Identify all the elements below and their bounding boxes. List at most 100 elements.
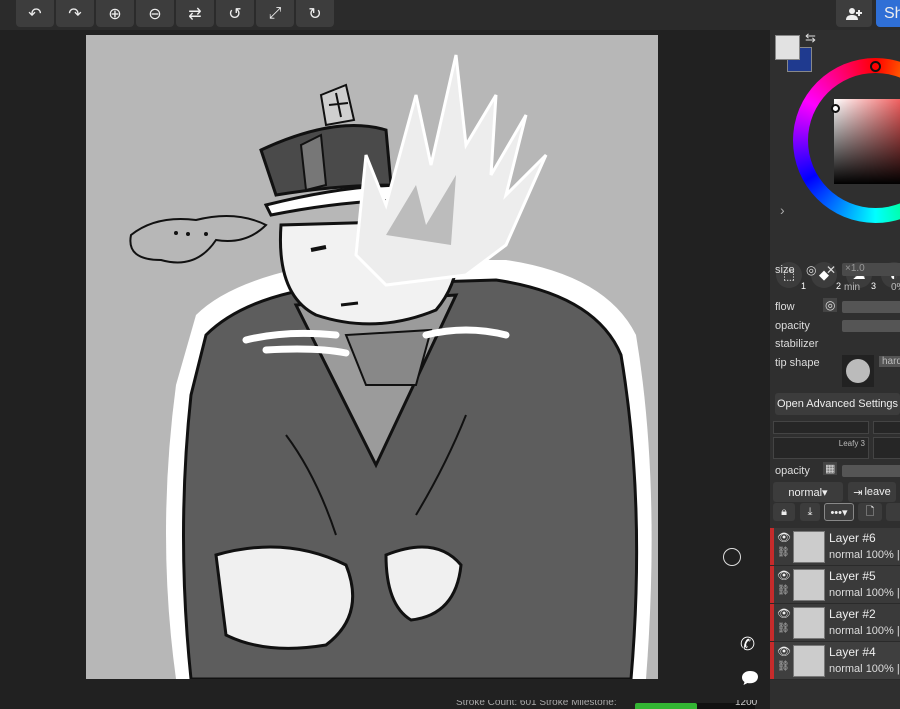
zoom-out-button[interactable]: ⊖ <box>136 0 174 27</box>
brush-preset-strip-2[interactable] <box>873 421 900 434</box>
min-label: min <box>844 282 861 293</box>
milestone-value: 1200 <box>735 700 758 708</box>
stroke-count-text: Stroke Count: 601 Stroke Milestone: <box>456 700 617 708</box>
brush-preset-next[interactable] <box>873 437 900 459</box>
layer-meta: normal 100% | <box>829 549 900 561</box>
layer-thumbnail <box>793 569 825 601</box>
rotate-right-icon: ↻ <box>308 5 322 23</box>
pressure-flow-icon[interactable]: ◎ <box>823 298 838 312</box>
chat-icon[interactable] <box>741 670 759 691</box>
layer-name: Layer #4 <box>829 645 876 659</box>
merge-down-icon: ⤓ <box>807 505 813 518</box>
flip-button[interactable]: ⇄ <box>176 0 214 27</box>
layer-link-icon[interactable]: ⛓︎ <box>777 585 790 596</box>
add-user-button[interactable] <box>836 0 872 27</box>
layer-mode: normal <box>829 663 863 675</box>
layer-name: Layer #5 <box>829 569 876 583</box>
flip-icon: ⇄ <box>188 5 202 23</box>
layer-link-icon[interactable]: ⛓︎ <box>777 661 790 672</box>
layer-meta: normal 100% | <box>829 663 900 675</box>
rotate-right-button[interactable]: ↻ <box>296 0 334 27</box>
eye-icon[interactable]: 👁︎ <box>777 607 791 620</box>
layer-thumbnail <box>793 607 825 639</box>
layer-mode: normal <box>829 549 863 561</box>
hue-handle[interactable] <box>870 61 881 72</box>
flow-slider[interactable] <box>842 301 900 313</box>
fit-button[interactable]: ⤢ <box>256 0 294 27</box>
opacity-label: opacity <box>775 320 810 332</box>
duplicate-layer-button[interactable] <box>886 503 900 521</box>
layer-meta: normal 100% | <box>829 625 900 637</box>
size-value: ×1.0 <box>845 263 865 274</box>
zoom-in-icon: ⊕ <box>108 5 122 23</box>
leave-label: leave <box>864 486 891 498</box>
phone-icon[interactable]: ✆ <box>740 634 755 655</box>
share-button[interactable]: Sh <box>876 0 900 27</box>
size-slider[interactable]: ×1.0 <box>842 263 900 276</box>
more-icon: •••▾ <box>830 506 848 519</box>
zoom-out-icon: ⊖ <box>148 5 162 23</box>
layer-opacity: 100% <box>865 549 894 561</box>
layer-row[interactable]: 👁︎ ⛓︎ Layer #2 normal 100% | <box>770 604 900 642</box>
layer-mode: normal <box>829 625 863 637</box>
layer-marker <box>770 566 774 603</box>
brush-cursor <box>723 548 741 566</box>
tip-shape-value[interactable]: hard <box>879 356 900 367</box>
chevron-right-icon[interactable]: › <box>780 202 785 218</box>
rotate-left-button[interactable]: ↺ <box>216 0 254 27</box>
layer-opacity: 100% <box>865 625 894 637</box>
eye-icon[interactable]: 👁︎ <box>777 645 791 658</box>
expand-icon: ⤢ <box>268 4 282 22</box>
primary-color-swatch[interactable] <box>775 35 800 60</box>
layer-row[interactable]: 👁︎ ⛓︎ Layer #5 normal 100% | <box>770 566 900 604</box>
close-icon[interactable]: ✕ <box>826 263 836 277</box>
brush-preset-strip-1[interactable] <box>773 421 869 434</box>
leave-button[interactable]: ⇥ leave <box>848 482 896 502</box>
color-wheel[interactable] <box>793 58 900 223</box>
flow-label: flow <box>775 301 795 313</box>
opacity-slider[interactable] <box>842 320 900 332</box>
advanced-settings-label: Open Advanced Settings <box>776 398 899 410</box>
layer-row[interactable]: 👁︎ ⛓︎ Layer #4 normal 100% | <box>770 642 900 680</box>
artwork-image <box>129 54 652 679</box>
layer-thumbnail <box>793 645 825 677</box>
min-value: 0% <box>891 282 900 293</box>
color-handle[interactable] <box>831 104 840 113</box>
layer-link-icon[interactable]: ⛓︎ <box>777 547 790 558</box>
swap-colors-icon[interactable]: ⇆ <box>805 30 816 46</box>
brush-preset-leafy[interactable]: Leafy 3 <box>773 437 869 459</box>
top-right-bar: Sh <box>770 0 900 30</box>
eye-icon[interactable]: 👁︎ <box>777 569 791 582</box>
layer-mode: normal <box>829 587 863 599</box>
drawing-canvas[interactable] <box>86 35 658 679</box>
layer-marker <box>770 604 774 641</box>
size-label: size <box>775 264 795 276</box>
lock-layer-button[interactable]: 🔒︎ <box>773 503 795 521</box>
new-layer-button[interactable]: 🗋 <box>858 503 882 521</box>
tip-shape-preview[interactable] <box>842 355 874 387</box>
open-advanced-settings-button[interactable]: Open Advanced Settings <box>775 393 900 415</box>
top-toolbar: ↶ ↷ ⊕ ⊖ ⇄ ↺ ⤢ ↻ <box>0 0 770 30</box>
redo-button[interactable]: ↷ <box>56 0 94 27</box>
new-file-icon: 🗋 <box>865 505 875 518</box>
merge-down-button[interactable]: ⤓ <box>800 503 820 521</box>
pressure-size-icon[interactable]: ◎ <box>806 263 816 277</box>
layer-opacity: 100% <box>865 663 894 675</box>
layer-meta: normal 100% | <box>829 587 900 599</box>
layer-row[interactable]: 👁︎ ⛓︎ Layer #6 normal 100% | <box>770 528 900 566</box>
blend-mode-select[interactable]: normal▾ <box>773 482 843 502</box>
eye-icon[interactable]: 👁︎ <box>777 531 791 544</box>
alpha-lock-icon[interactable]: ▦ <box>823 462 838 475</box>
layer-opacity: 100% <box>865 587 894 599</box>
undo-button[interactable]: ↶ <box>16 0 54 27</box>
layer-opacity-slider[interactable] <box>842 465 900 477</box>
lock-icon: 🔒︎ <box>781 505 787 518</box>
zoom-in-button[interactable]: ⊕ <box>96 0 134 27</box>
more-options-button[interactable]: •••▾ <box>824 503 854 521</box>
layer-link-icon[interactable]: ⛓︎ <box>777 623 790 634</box>
progress-fill <box>635 703 698 709</box>
leave-icon: ⇥ <box>853 486 863 499</box>
stabilizer-label: stabilizer <box>775 338 819 350</box>
color-square[interactable] <box>834 99 900 184</box>
right-panel: ⇆ › ⬚1 ◆2 ☁3 ◐ size ◎ ✕ ×1.0 min 0% flow… <box>770 30 900 709</box>
